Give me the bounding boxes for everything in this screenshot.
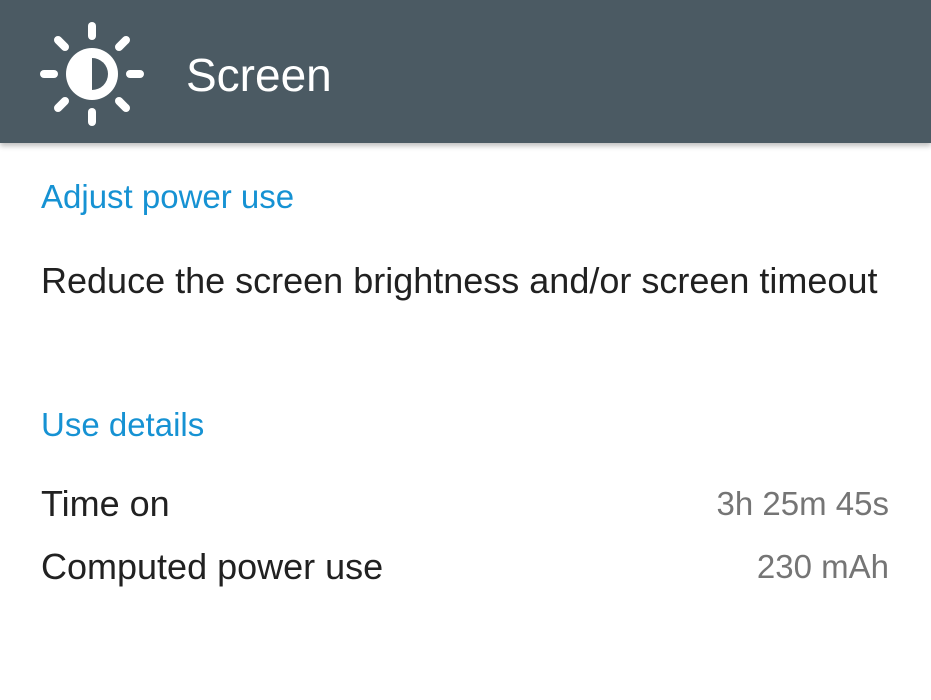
detail-row-computed-power-use: Computed power use 230 mAh bbox=[41, 543, 889, 591]
section-header-adjust-power-use: Adjust power use bbox=[41, 178, 295, 215]
detail-value: 3h 25m 45s bbox=[716, 485, 889, 522]
adjust-power-summary: Reduce the screen brightness and/or scre… bbox=[41, 260, 878, 301]
detail-value: 230 mAh bbox=[756, 548, 889, 585]
section-header-use-details: Use details bbox=[41, 406, 205, 443]
app-screen: Screen Adjust power use Reduce the scree… bbox=[0, 0, 931, 700]
detail-label: Computed power use bbox=[41, 546, 384, 587]
detail-label: Time on bbox=[41, 483, 170, 524]
app-header: Screen bbox=[0, 0, 931, 143]
brightness-icon bbox=[40, 22, 144, 126]
detail-row-time-on: Time on 3h 25m 45s bbox=[41, 480, 889, 528]
page-title: Screen bbox=[186, 49, 332, 101]
